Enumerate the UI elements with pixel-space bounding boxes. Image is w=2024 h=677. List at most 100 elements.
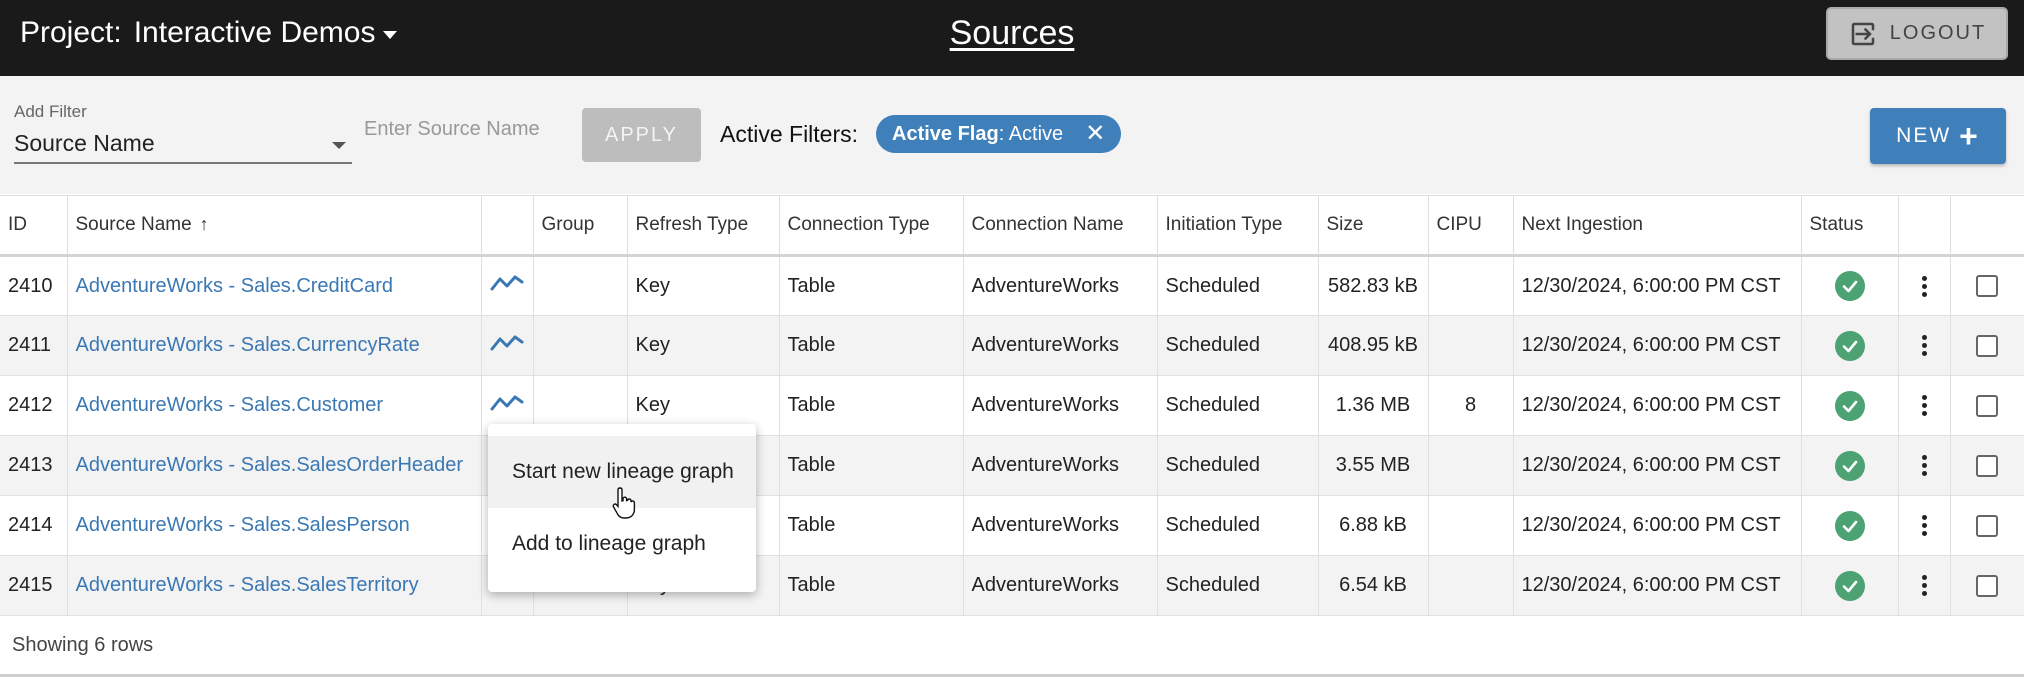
row-checkbox[interactable] <box>1976 514 1998 537</box>
more-vertical-icon[interactable] <box>1921 395 1927 417</box>
cell-status <box>1801 255 1899 316</box>
cell-size: 1.36 MB <box>1318 375 1429 436</box>
cell-status <box>1801 375 1899 436</box>
col-header-connection-type[interactable]: Connection Type <box>779 195 964 257</box>
filter-bar: Add Filter Source Name APPLY Active Filt… <box>0 76 2024 194</box>
col-header-initiation-type[interactable]: Initiation Type <box>1157 195 1319 257</box>
project-selector[interactable]: Project: Interactive Demos <box>20 16 398 50</box>
cell-connection-name: AdventureWorks <box>963 375 1158 436</box>
cell-status <box>1801 555 1899 616</box>
row-checkbox[interactable] <box>1976 275 1998 298</box>
col-header-size[interactable]: Size <box>1318 195 1429 257</box>
col-header-status[interactable]: Status <box>1801 195 1899 257</box>
lineage-chart-icon[interactable] <box>490 335 524 358</box>
table-row[interactable]: 2411 AdventureWorks - Sales.CurrencyRate K… <box>0 315 2024 376</box>
cell-connection-type: Table <box>779 435 964 496</box>
source-name-link[interactable]: AdventureWorks - Sales.SalesPerson <box>67 495 482 556</box>
table-row[interactable]: 2415 AdventureWorks - Sales.SalesTerritor… <box>0 555 2024 616</box>
col-header-lineage <box>481 195 534 257</box>
table-row[interactable]: 2414 AdventureWorks - Sales.SalesPerson Ta… <box>0 495 2024 556</box>
close-icon[interactable]: ✕ <box>1085 122 1105 146</box>
col-header-select <box>1950 195 2024 257</box>
col-header-source-name[interactable]: Source Name ↑ <box>67 195 482 257</box>
cell-connection-name: AdventureWorks <box>963 315 1158 376</box>
lineage-chart-icon[interactable] <box>490 275 524 298</box>
table-row[interactable]: 2412 AdventureWorks - Sales.Customer Key Ta… <box>0 375 2024 436</box>
more-vertical-icon[interactable] <box>1921 455 1927 477</box>
cell-select <box>1950 375 2024 436</box>
cell-connection-type: Table <box>779 375 964 436</box>
check-circle-icon <box>1834 330 1865 361</box>
cell-cipu: 8 <box>1428 375 1514 436</box>
source-name-link[interactable]: AdventureWorks - Sales.CreditCard <box>67 255 482 316</box>
cell-cipu <box>1428 435 1514 496</box>
source-name-link[interactable]: AdventureWorks - Sales.Customer <box>67 375 482 436</box>
cell-connection-type: Table <box>779 255 964 316</box>
cell-next-ingestion: 12/30/2024, 6:00:00 PM CST <box>1513 255 1802 316</box>
more-vertical-icon[interactable] <box>1921 335 1927 357</box>
project-label: Project: <box>20 16 122 49</box>
col-header-cipu[interactable]: CIPU <box>1428 195 1514 257</box>
col-header-connection-name[interactable]: Connection Name <box>963 195 1158 257</box>
col-header-actions <box>1898 195 1951 257</box>
cell-connection-name: AdventureWorks <box>963 255 1158 316</box>
cell-id: 2415 <box>0 555 68 616</box>
cell-status <box>1801 495 1899 556</box>
row-checkbox[interactable] <box>1976 334 1998 357</box>
source-name-link[interactable]: AdventureWorks - Sales.SalesOrderHeader <box>67 435 482 496</box>
cell-id: 2411 <box>0 315 68 376</box>
table-row[interactable]: 2413 AdventureWorks - Sales.SalesOrderHea… <box>0 435 2024 496</box>
chip-value: : Active <box>998 122 1064 145</box>
cell-status <box>1801 435 1899 496</box>
cell-id: 2412 <box>0 375 68 436</box>
more-vertical-icon[interactable] <box>1921 275 1927 297</box>
cell-actions <box>1898 315 1951 376</box>
apply-button[interactable]: APPLY <box>582 108 701 162</box>
check-circle-icon <box>1834 570 1865 601</box>
more-vertical-icon[interactable] <box>1921 515 1927 537</box>
col-header-group[interactable]: Group <box>533 195 628 257</box>
col-header-refresh-type[interactable]: Refresh Type <box>627 195 780 257</box>
cell-id: 2413 <box>0 435 68 496</box>
cell-next-ingestion: 12/30/2024, 6:00:00 PM CST <box>1513 315 1802 376</box>
table-header-row: ID Source Name ↑ Group Refresh Type Conne… <box>0 195 2024 257</box>
cell-initiation-type: Scheduled <box>1157 555 1319 616</box>
cell-initiation-type: Scheduled <box>1157 435 1319 496</box>
active-filter-chip: Active Flag : Active ✕ <box>876 115 1122 153</box>
cell-initiation-type: Scheduled <box>1157 495 1319 556</box>
active-filters-label: Active Filters: <box>720 121 859 147</box>
cell-id: 2414 <box>0 495 68 556</box>
col-header-next-ingestion[interactable]: Next Ingestion <box>1513 195 1802 257</box>
cell-connection-type: Table <box>779 315 964 376</box>
cell-select <box>1950 495 2024 556</box>
new-source-button[interactable]: NEW + <box>1870 108 2006 164</box>
cell-next-ingestion: 12/30/2024, 6:00:00 PM CST <box>1513 495 1802 556</box>
chip-key: Active Flag <box>892 122 999 145</box>
source-name-link[interactable]: AdventureWorks - Sales.SalesTerritory <box>67 555 482 616</box>
lineage-chart-icon[interactable] <box>490 395 524 418</box>
top-bar: Project: Interactive Demos Sources LOGOU… <box>0 0 2024 76</box>
cell-actions <box>1898 255 1951 316</box>
hand-cursor-icon <box>612 487 636 519</box>
source-name-link[interactable]: AdventureWorks - Sales.CurrencyRate <box>67 315 482 376</box>
table-row[interactable]: 2410 AdventureWorks - Sales.CreditCard Key… <box>0 255 2024 316</box>
row-checkbox[interactable] <box>1976 574 1998 597</box>
cell-initiation-type: Scheduled <box>1157 315 1319 376</box>
cell-size: 6.88 kB <box>1318 495 1429 556</box>
col-header-id[interactable]: ID <box>0 195 68 257</box>
cell-connection-type: Table <box>779 555 964 616</box>
check-circle-icon <box>1834 271 1865 301</box>
row-checkbox[interactable] <box>1976 454 1998 477</box>
more-vertical-icon[interactable] <box>1921 575 1927 597</box>
cell-cipu <box>1428 255 1514 316</box>
cell-connection-name: AdventureWorks <box>963 495 1158 556</box>
lineage-cell[interactable] <box>481 315 534 376</box>
cell-size: 408.95 kB <box>1318 315 1429 376</box>
filter-value-input[interactable] <box>364 118 564 141</box>
lineage-cell[interactable] <box>481 255 534 316</box>
check-circle-icon <box>1834 510 1865 541</box>
row-checkbox[interactable] <box>1976 394 1998 417</box>
logout-button[interactable]: LOGOUT <box>1826 7 2008 60</box>
logout-icon <box>1851 22 1875 45</box>
filter-field-select[interactable]: Add Filter Source Name <box>14 100 352 164</box>
